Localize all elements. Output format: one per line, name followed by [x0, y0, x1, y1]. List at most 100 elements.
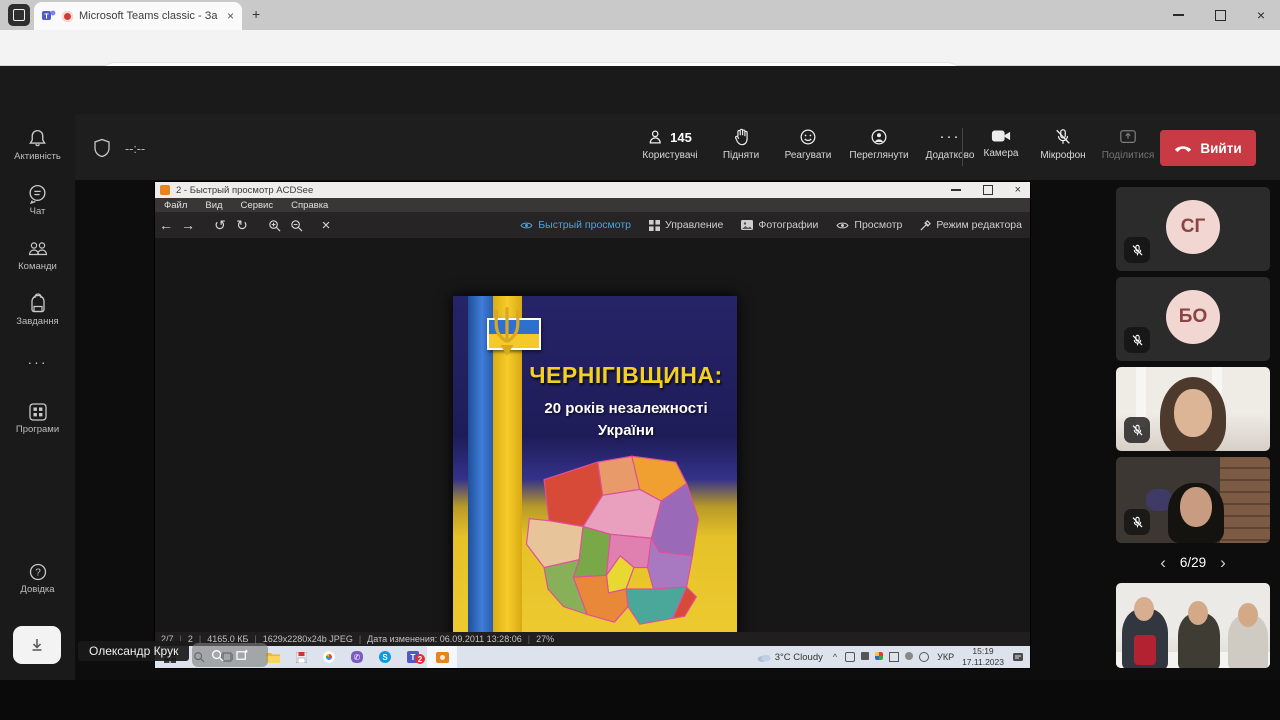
shared-tray-chevron[interactable]: ^: [833, 652, 837, 662]
people-group-icon: [27, 238, 49, 259]
acdsee-menu-bar: Файл Вид Сервис Справка: [155, 198, 1030, 212]
shared-clock[interactable]: 15:19 17.11.2023: [962, 646, 1004, 668]
leave-button[interactable]: Вийти: [1160, 130, 1256, 166]
rotate-right-icon[interactable]: ↻: [231, 217, 253, 234]
shared-weather-text[interactable]: 3°C Cloudy: [775, 652, 823, 663]
sidebar-item-apps[interactable]: Програми: [0, 402, 75, 435]
sidebar-item-teams[interactable]: Команди: [0, 238, 75, 272]
shared-viber-icon[interactable]: ✆: [343, 651, 371, 663]
shared-screen-acdsee-window: 2 - Быстрый просмотр ACDSee × Файл Вид С…: [155, 182, 1030, 668]
shared-language[interactable]: УКР: [937, 652, 954, 662]
window-close-button[interactable]: ×: [1242, 0, 1280, 30]
participants-pagination: ‹ 6/29 ›: [1116, 549, 1270, 575]
mic-muted-badge: [1124, 327, 1150, 353]
browser-tab-teams[interactable]: T Microsoft Teams classic - За ×: [34, 2, 242, 30]
shared-skype-icon[interactable]: S: [371, 651, 399, 663]
shared-chrome-icon[interactable]: [315, 651, 343, 663]
mic-off-icon: [1131, 424, 1144, 437]
toolbar-forward-icon[interactable]: →: [177, 217, 199, 233]
chat-icon: [27, 183, 48, 204]
participant-video-tile[interactable]: [1116, 367, 1270, 451]
mic-muted-badge: [1124, 509, 1150, 535]
acdsee-minimize-icon[interactable]: [951, 189, 961, 190]
share-control: Поділитися: [1097, 128, 1159, 161]
mic-off-icon: [1054, 128, 1072, 146]
tab-quick-view[interactable]: Быстрый просмотр: [520, 219, 631, 231]
people-control[interactable]: 145 Користувачі: [633, 128, 707, 161]
tab-close-icon[interactable]: ×: [227, 9, 234, 23]
help-icon: ?: [28, 562, 48, 582]
toolbar-close-icon[interactable]: ×: [315, 217, 337, 234]
page-previous-icon[interactable]: ‹: [1160, 554, 1166, 571]
tools-icon: [920, 220, 931, 231]
raise-hand-control[interactable]: Підняти: [711, 128, 771, 161]
menu-view[interactable]: Вид: [205, 200, 222, 211]
hang-up-icon: [1174, 143, 1192, 153]
acdsee-window-title: 2 - Быстрый просмотр ACDSee: [176, 185, 945, 196]
download-app-button[interactable]: [13, 626, 61, 664]
magnifier-icon[interactable]: [211, 649, 224, 662]
teams-top-bar: T Пошук ···: [0, 66, 1280, 114]
presenter-name-pill: Олександр Крук: [78, 641, 189, 661]
participant-video-tile[interactable]: [1116, 457, 1270, 543]
region-map: [505, 448, 710, 632]
tab-viewer[interactable]: Просмотр: [836, 219, 902, 231]
shared-acdsee-icon[interactable]: [427, 646, 457, 668]
tab-manage[interactable]: Управление: [649, 219, 723, 231]
menu-help[interactable]: Справка: [291, 200, 328, 211]
backpack-icon: [28, 293, 48, 314]
page-next-icon[interactable]: ›: [1220, 554, 1226, 571]
book-subtitle-line1: 20 років незалежності: [515, 400, 737, 417]
sidebar-item-assignments[interactable]: Завдання: [0, 293, 75, 327]
windows-taskbar: Пошук 31 zoom ✆ 3°C ^: [0, 680, 1280, 720]
sidebar-item-activity[interactable]: Активність: [0, 128, 75, 162]
acdsee-status-bar: 2/7 2 4165.0 КБ 1629x2280x24b JPEG Дата …: [155, 632, 1030, 646]
react-control[interactable]: Реагувати: [775, 128, 841, 161]
menu-service[interactable]: Сервис: [241, 200, 274, 211]
new-tab-button[interactable]: +: [252, 6, 260, 22]
mic-control[interactable]: Мікрофон: [1031, 128, 1095, 161]
rotate-left-icon[interactable]: ↺: [209, 217, 231, 234]
view-control[interactable]: Переглянути: [843, 128, 915, 161]
camera-icon: [991, 128, 1011, 144]
status-modified-date: Дата изменения: 06.09.2011 13:28:06: [353, 634, 522, 644]
photo-icon: [741, 220, 753, 230]
participant-tile-bo[interactable]: БО: [1116, 277, 1270, 361]
page-indicator: 6/29: [1180, 555, 1206, 570]
sidebar-more-icon[interactable]: ···: [0, 354, 75, 370]
mic-off-icon: [1131, 334, 1144, 347]
shared-teams-badge: 2: [415, 654, 425, 664]
acdsee-maximize-icon[interactable]: [983, 185, 993, 195]
shared-notifications-icon[interactable]: [1012, 652, 1024, 663]
sidebar-item-help[interactable]: ? Довідка: [0, 562, 75, 595]
controls-divider: [962, 128, 963, 166]
acdsee-close-icon[interactable]: ×: [1015, 184, 1021, 196]
teams-left-rail: Активність Чат Команди Завдання ··· Прог…: [0, 114, 75, 680]
camera-control[interactable]: Камера: [973, 128, 1029, 159]
window-minimize-button[interactable]: [1158, 0, 1198, 30]
participant-tile-sg[interactable]: СГ: [1116, 187, 1270, 271]
svg-text:T: T: [44, 14, 49, 21]
avatar: СГ: [1166, 200, 1220, 254]
tab-photos[interactable]: Фотографии: [741, 219, 818, 231]
teams-favicon: T: [42, 9, 56, 23]
share-zoom-controls[interactable]: [192, 643, 268, 667]
shared-teams-icon[interactable]: T 2: [399, 651, 427, 663]
fit-to-frame-icon[interactable]: [236, 649, 250, 662]
share-screen-icon: [1119, 128, 1137, 146]
view-icon: [870, 128, 888, 146]
zoom-out-icon[interactable]: [285, 219, 307, 232]
acdsee-app-icon: [160, 185, 170, 195]
shared-save-app-icon[interactable]: [287, 652, 315, 663]
tab-workspaces-icon[interactable]: [8, 4, 30, 26]
participant-video-tile[interactable]: [1116, 583, 1270, 668]
shared-tray-icons[interactable]: [845, 652, 929, 662]
zoom-in-icon[interactable]: [263, 219, 285, 232]
toolbar-back-icon[interactable]: ←: [155, 217, 177, 233]
tab-edit-mode[interactable]: Режим редактора: [920, 219, 1022, 231]
menu-file[interactable]: Файл: [164, 200, 187, 211]
mic-muted-badge: [1124, 417, 1150, 443]
window-maximize-button[interactable]: [1200, 0, 1240, 30]
sidebar-item-chat[interactable]: Чат: [0, 183, 75, 217]
acdsee-title-bar: 2 - Быстрый просмотр ACDSee ×: [155, 182, 1030, 198]
